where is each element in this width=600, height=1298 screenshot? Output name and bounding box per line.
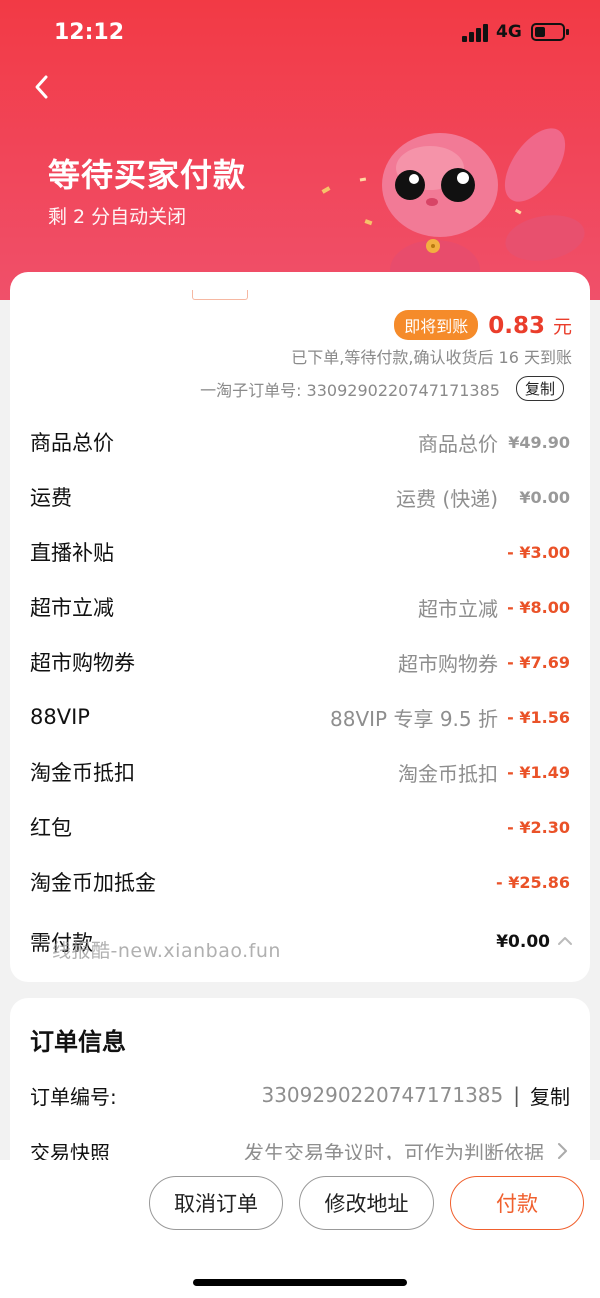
order-number-label: 订单编号: xyxy=(30,1084,117,1109)
status-bar: 12:12 4G xyxy=(0,18,600,48)
price-line-desc: 88VIP 专享 9.5 折 xyxy=(330,706,498,731)
earnings-unit: 元 xyxy=(552,315,572,338)
price-line-value: - ¥1.56 xyxy=(507,707,570,727)
price-line-value: ¥49.90 xyxy=(508,432,570,452)
back-button[interactable] xyxy=(28,72,58,102)
header: 12:12 4G 等待买家付款 剩 2 分自动关闭 xyxy=(0,0,600,300)
price-line-label: 超市购物券 xyxy=(30,651,135,675)
home-indicator xyxy=(193,1279,407,1286)
chevron-left-icon xyxy=(35,75,48,99)
sub-order-number: 一淘子订单号: 3309290220747171385 xyxy=(200,380,500,400)
arrive-badge: 即将到账 xyxy=(394,310,479,340)
price-line: 淘金币抵扣 淘金币抵扣 - ¥1.49 xyxy=(30,752,570,792)
order-number-value-group: 3309290220747171385 | 复制 xyxy=(261,1081,570,1110)
sub-order-row: 一淘子订单号: 3309290220747171385 复制 xyxy=(200,376,564,401)
cancel-order-button[interactable]: 取消订单 xyxy=(149,1176,283,1230)
price-line: 淘金币加抵金 - ¥25.86 xyxy=(30,862,570,902)
page-title: 等待买家付款 xyxy=(48,156,247,194)
price-line-label: 超市立减 xyxy=(30,596,114,620)
price-line-label: 运费 xyxy=(30,486,72,510)
modify-address-button[interactable]: 修改地址 xyxy=(299,1176,434,1230)
price-line-value: ¥0.00 xyxy=(519,487,570,507)
signal-icon xyxy=(462,24,490,42)
bunny-mascot-icon xyxy=(321,128,585,290)
earnings-note: 已下单,等待付款,确认收货后 16 天到账 xyxy=(291,348,572,367)
earnings-amount-value: 0.83 xyxy=(488,312,545,339)
price-line: 商品总价 商品总价 ¥49.90 xyxy=(30,422,570,462)
price-line-label: 红包 xyxy=(30,816,72,840)
price-line-label: 淘金币抵扣 xyxy=(30,761,135,785)
price-line: 红包 - ¥2.30 xyxy=(30,807,570,847)
chevron-right-icon xyxy=(558,1143,567,1159)
copy-sub-order-button[interactable]: 复制 xyxy=(515,376,564,401)
price-line-value: - ¥1.49 xyxy=(507,762,570,782)
price-line-value: - ¥7.69 xyxy=(507,652,570,672)
battery-icon xyxy=(531,23,569,41)
order-number-row: 订单编号: 3309290220747171385 | 复制 xyxy=(30,1078,570,1112)
price-line-desc: 运费 (快递) xyxy=(396,486,498,511)
total-value: ¥0.00 xyxy=(496,932,550,952)
network-label: 4G xyxy=(496,22,522,42)
price-line: 超市购物券 超市购物券 - ¥7.69 xyxy=(30,642,570,682)
price-line-label: 商品总价 xyxy=(30,431,114,455)
price-line-value: - ¥25.86 xyxy=(496,872,570,892)
watermark: 线报酷-new.xianbao.fun xyxy=(52,940,281,962)
price-line: 运费 运费 (快递) ¥0.00 xyxy=(30,477,570,517)
order-number-separator: | xyxy=(513,1083,520,1107)
bottom-action-bar: 取消订单 修改地址 付款 xyxy=(0,1160,600,1298)
copy-order-number-button[interactable]: 复制 xyxy=(530,1081,570,1110)
order-info-title: 订单信息 xyxy=(30,1028,126,1056)
product-tag xyxy=(192,290,248,300)
price-line: 88VIP 88VIP 专享 9.5 折 - ¥1.56 xyxy=(30,697,570,737)
price-line-desc: 超市购物券 xyxy=(398,651,498,676)
chevron-up-icon xyxy=(558,937,572,945)
price-line-value: - ¥3.00 xyxy=(507,542,570,562)
price-line-desc: 淘金币抵扣 xyxy=(398,761,498,786)
price-line: 直播补贴 - ¥3.00 xyxy=(30,532,570,572)
pay-button[interactable]: 付款 xyxy=(450,1176,584,1230)
price-line-desc: 超市立减 xyxy=(418,596,498,621)
price-detail-card: 即将到账 0.83 元 已下单,等待付款,确认收货后 16 天到账 一淘子订单号:… xyxy=(10,272,590,982)
price-line-desc: 商品总价 xyxy=(418,431,498,456)
status-time: 12:12 xyxy=(54,20,125,45)
price-line-label: 88VIP xyxy=(30,705,90,729)
countdown-subtitle: 剩 2 分自动关闭 xyxy=(48,206,187,228)
price-line: 超市立减 超市立减 - ¥8.00 xyxy=(30,587,570,627)
earnings-row: 即将到账 0.83 元 xyxy=(394,310,572,340)
price-line-value: - ¥8.00 xyxy=(507,597,570,617)
price-line-label: 直播补贴 xyxy=(30,541,114,565)
price-line-label: 淘金币加抵金 xyxy=(30,871,156,895)
price-line-value: - ¥2.30 xyxy=(507,817,570,837)
order-number-value: 3309290220747171385 xyxy=(261,1083,504,1107)
earnings-amount: 0.83 元 xyxy=(488,312,572,339)
